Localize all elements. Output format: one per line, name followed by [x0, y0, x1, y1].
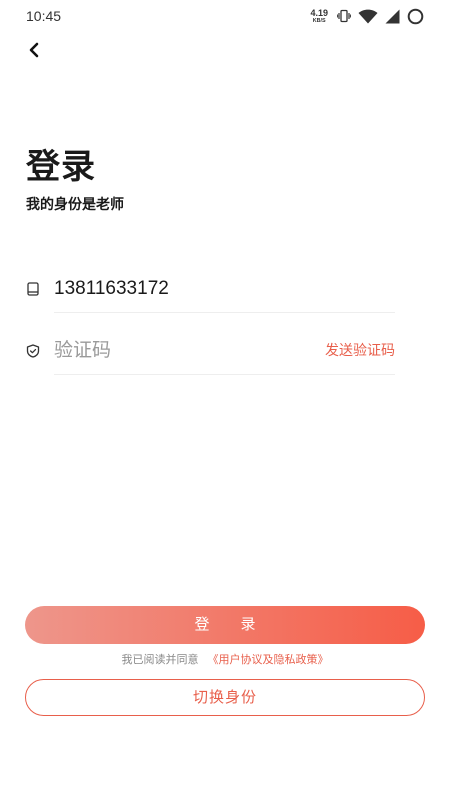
back-button[interactable]	[24, 42, 44, 62]
vibrate-icon	[337, 9, 351, 23]
switch-role-button[interactable]: 切换身份	[25, 679, 425, 716]
chevron-left-icon	[27, 42, 41, 63]
battery-icon	[407, 8, 424, 25]
phone-divider	[54, 312, 395, 313]
page-title: 登录	[26, 148, 96, 186]
net-speed-value: 4.19	[310, 7, 328, 18]
net-speed-unit: KB/S	[312, 17, 326, 24]
send-code-button[interactable]: 发送验证码	[325, 341, 395, 359]
wifi-icon	[358, 9, 378, 24]
agreement-text: 我已阅读并同意 《用户协议及隐私政策》	[0, 652, 450, 668]
role-subtitle: 我的身份是老师	[26, 196, 124, 212]
status-time: 10:45	[26, 8, 62, 24]
status-icons: 4.19 KB/S	[310, 5, 424, 27]
code-divider	[54, 374, 395, 375]
verification-code-input[interactable]	[54, 338, 304, 364]
agreement-link[interactable]: 《用户协议及隐私政策》	[208, 654, 329, 666]
signal-icon	[385, 9, 400, 24]
shield-check-icon	[26, 344, 40, 358]
login-button[interactable]: 登 录	[25, 606, 425, 644]
phone-icon	[26, 282, 40, 296]
phone-input[interactable]	[54, 276, 304, 302]
net-speed: 4.19 KB/S	[310, 7, 328, 24]
agreement-prefix: 我已阅读并同意	[121, 654, 199, 666]
login-screen: 10:45 4.19 KB/S 登录 我的身份是老师 13811633172 验…	[0, 0, 450, 800]
